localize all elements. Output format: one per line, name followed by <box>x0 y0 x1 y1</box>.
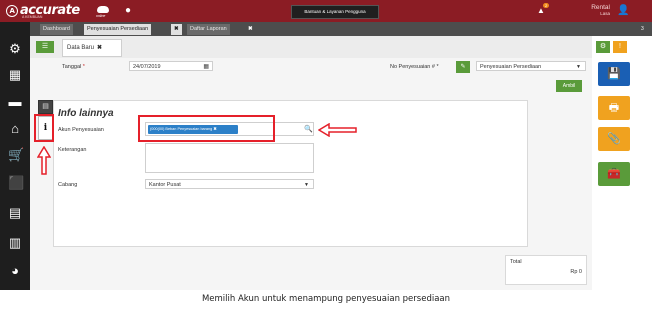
close-doc-tab-icon[interactable]: ✖ <box>97 45 102 51</box>
total-box: Total Rp 0 <box>505 255 587 285</box>
caption: Memilih Akun untuk menampung penyesuaian… <box>201 294 451 304</box>
tab-penyesuaian[interactable]: Penyesuaian Persediaan <box>84 24 152 35</box>
online-label: online <box>96 14 106 18</box>
logo-subtitle: A KEMBUAN <box>22 15 43 19</box>
annotation-box-info-tab <box>34 114 54 142</box>
cabang-select[interactable]: Kantor Pusat ▼ <box>145 179 314 189</box>
factory-icon[interactable]: ▥ <box>8 236 22 250</box>
logo-mark-icon: A <box>6 5 18 17</box>
gear-icon[interactable]: ⚙ <box>8 42 22 56</box>
user-name[interactable]: Rental Lasa <box>582 4 610 17</box>
tab-dashboard[interactable]: Dashboard <box>40 24 73 35</box>
bag-icon[interactable]: ⬛ <box>8 176 24 190</box>
list-icon[interactable]: ☰ <box>36 41 54 53</box>
toolbox-icon[interactable]: 🧰 <box>598 162 630 186</box>
help-button[interactable]: Bantuan & Layanan Pengguna <box>291 5 379 19</box>
total-value: Rp 0 <box>570 269 582 275</box>
no-penyesuaian-select[interactable]: Penyesuaian Persediaan ▼ <box>476 61 586 71</box>
building-icon[interactable]: ▦ <box>8 68 22 82</box>
close-tab-penyesuaian-icon[interactable]: ✖ <box>171 24 182 35</box>
close-tab-laporan-icon[interactable]: ✖ <box>245 24 256 35</box>
keterangan-textarea[interactable] <box>145 143 314 173</box>
print-icon[interactable]: 🖶 <box>598 96 630 120</box>
annotation-box-akun <box>138 115 275 142</box>
accurate-logo[interactable]: Aaccurate <box>6 3 80 18</box>
user-line2: Lasa <box>600 11 610 16</box>
dot-menu-icon[interactable]: ● <box>125 5 131 16</box>
cabinet-icon[interactable]: ▤ <box>8 206 22 220</box>
doc-tab-label: Data Baru <box>67 45 95 51</box>
card-icon[interactable]: ▬ <box>8 95 22 109</box>
cart-icon[interactable]: 🛒 <box>8 148 24 162</box>
tab-daftar-laporan[interactable]: Daftar Laporan <box>187 24 230 35</box>
tab-count: 3 <box>641 26 644 32</box>
doc-tab-data-baru[interactable]: Data Baru ✖ <box>62 39 122 57</box>
keterangan-label: Keterangan <box>58 147 87 153</box>
save-icon[interactable]: 💾 <box>598 62 630 86</box>
cloud-icon <box>97 6 109 13</box>
ambil-button[interactable]: Ambil <box>556 80 582 92</box>
tanggal-input[interactable]: 24/07/2019 ▦ <box>129 61 213 71</box>
warning-icon[interactable]: ! <box>613 41 627 53</box>
section-title: Info lainnya <box>58 108 114 119</box>
no-penyesuaian-label: No Penyesuaian # * <box>390 64 439 70</box>
chart-icon[interactable]: ◕ <box>8 264 22 278</box>
calendar-icon[interactable]: ▦ <box>203 62 209 72</box>
search-icon[interactable]: 🔍 <box>304 125 313 133</box>
chevron-down-icon: ▼ <box>304 182 309 188</box>
cabang-label: Cabang <box>58 182 78 188</box>
detail-tab-icon[interactable]: ▤ <box>38 100 53 114</box>
tanggal-label: Tanggal * <box>62 64 85 70</box>
annotation-up-arrow-icon <box>37 146 51 175</box>
settings-gear-icon[interactable]: ⚙ <box>596 41 610 53</box>
annotation-left-arrow-icon <box>318 123 357 137</box>
attach-icon[interactable]: 📎 <box>598 127 630 151</box>
bank-icon[interactable]: ⌂ <box>8 122 22 136</box>
chevron-down-icon: ▼ <box>576 64 581 70</box>
user-icon[interactable]: 👤 <box>617 5 629 16</box>
pencil-icon[interactable]: ✎ <box>456 61 470 73</box>
akun-penyesuaian-label: Akun Penyesuaian <box>58 127 104 133</box>
total-label: Total <box>510 259 522 265</box>
